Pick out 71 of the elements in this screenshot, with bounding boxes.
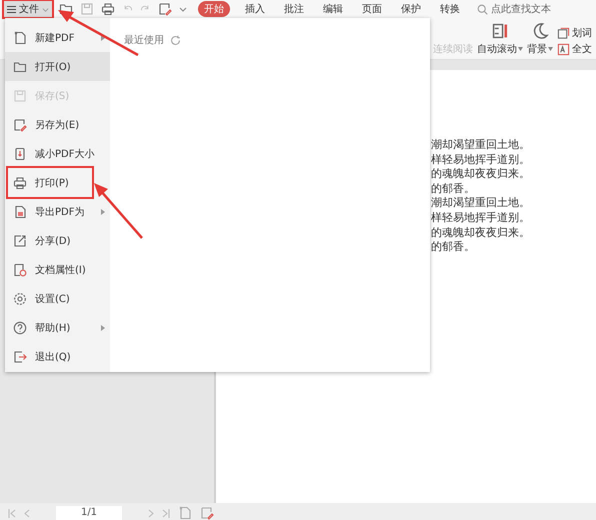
ribbon-tab[interactable]: 保护 <box>397 1 425 17</box>
refresh-icon[interactable] <box>170 34 181 46</box>
menu-item[interactable]: 打开(O) <box>5 52 110 81</box>
ribbon-tab[interactable]: 插入 <box>241 1 269 17</box>
properties-icon <box>13 262 27 276</box>
menu-item[interactable]: 减小PDF大小 <box>5 139 110 168</box>
print-icon <box>13 176 27 190</box>
compress-icon <box>13 146 27 160</box>
ribbon-button[interactable]: 全文 <box>557 42 592 56</box>
help-icon <box>13 320 27 334</box>
menu-item[interactable]: 导出PDF为 <box>5 197 110 226</box>
translate-document-icon <box>557 42 570 56</box>
ribbon-tab[interactable]: 转换 <box>436 1 464 17</box>
submenu-arrow-icon <box>101 208 105 214</box>
menu-item[interactable]: 分享(D) <box>5 226 110 255</box>
last-page-icon[interactable] <box>162 508 170 518</box>
document-text-line: 的郁香。 <box>431 240 476 255</box>
file-menu-button[interactable]: 文件 <box>4 1 52 17</box>
menu-item[interactable]: 退出(Q) <box>5 342 110 371</box>
save-as-icon <box>158 2 172 16</box>
document-text-line: 的魂魄却夜夜归来。 <box>431 226 531 240</box>
save-as-icon <box>13 118 27 132</box>
save-icon <box>13 88 27 102</box>
menu-item[interactable]: 另存为(E) <box>5 110 110 139</box>
previous-page-icon[interactable] <box>24 508 30 518</box>
ribbon-button[interactable]: 划词 <box>557 26 592 40</box>
recent-heading: 最近使用 <box>124 34 164 47</box>
document-text-line: 样轻易地挥手道别。 <box>431 152 531 168</box>
menu-item[interactable]: 设置(C) <box>5 284 110 313</box>
document-text-line: 的魂魄却夜夜归来。 <box>431 167 531 182</box>
next-page-icon[interactable] <box>148 508 154 518</box>
ribbon-tab[interactable]: 编辑 <box>319 1 347 17</box>
dropdown-icon <box>548 47 553 51</box>
search-field[interactable]: 点此查找文本 <box>491 2 551 16</box>
export-icon <box>13 204 27 218</box>
dropdown-icon <box>518 47 523 51</box>
ribbon-tab[interactable]: 批注 <box>280 1 308 17</box>
folder-icon <box>13 60 27 74</box>
submenu-arrow-icon <box>101 34 105 40</box>
ribbon-button[interactable]: 自动滚动 <box>477 22 523 56</box>
submenu-arrow-icon <box>101 324 105 330</box>
menu-item[interactable]: 帮助(H) <box>5 313 110 342</box>
dropdown-icon[interactable] <box>179 5 187 13</box>
annotation-arrow <box>94 183 143 239</box>
search-icon[interactable] <box>477 4 488 14</box>
share-icon <box>13 234 27 248</box>
menu-item[interactable]: 打印(P) <box>8 168 92 197</box>
document-text-line: 的郁香。 <box>431 182 476 196</box>
settings-icon <box>13 292 27 306</box>
caret-icon <box>42 6 49 12</box>
print-icon <box>101 2 115 16</box>
document-icon <box>178 506 192 520</box>
document-text-line: 潮却渴望重回土地。 <box>431 196 531 211</box>
moon-icon <box>531 22 549 40</box>
menu-item[interactable]: 文档属性(I) <box>5 255 110 284</box>
ribbon-button[interactable]: 背景 <box>527 22 553 56</box>
exit-icon <box>13 350 27 364</box>
autoscroll-icon <box>491 22 509 40</box>
first-page-icon[interactable] <box>8 508 16 518</box>
document-text-line: 样轻易地挥手道别。 <box>431 210 531 226</box>
translate-icon <box>557 26 570 40</box>
menu-icon <box>7 4 16 14</box>
folder-icon <box>59 2 73 16</box>
ribbon-tab[interactable]: 页面 <box>358 1 386 17</box>
save-icon <box>80 2 94 16</box>
save-as-icon <box>200 506 214 520</box>
document-text-line: 潮却渴望重回土地。 <box>431 138 531 153</box>
menu-item[interactable]: 新建PDF <box>5 23 110 52</box>
page-number-field[interactable]: 1/1 <box>56 506 122 520</box>
document-icon <box>13 30 27 44</box>
ribbon-tab[interactable]: 开始 <box>198 1 230 17</box>
